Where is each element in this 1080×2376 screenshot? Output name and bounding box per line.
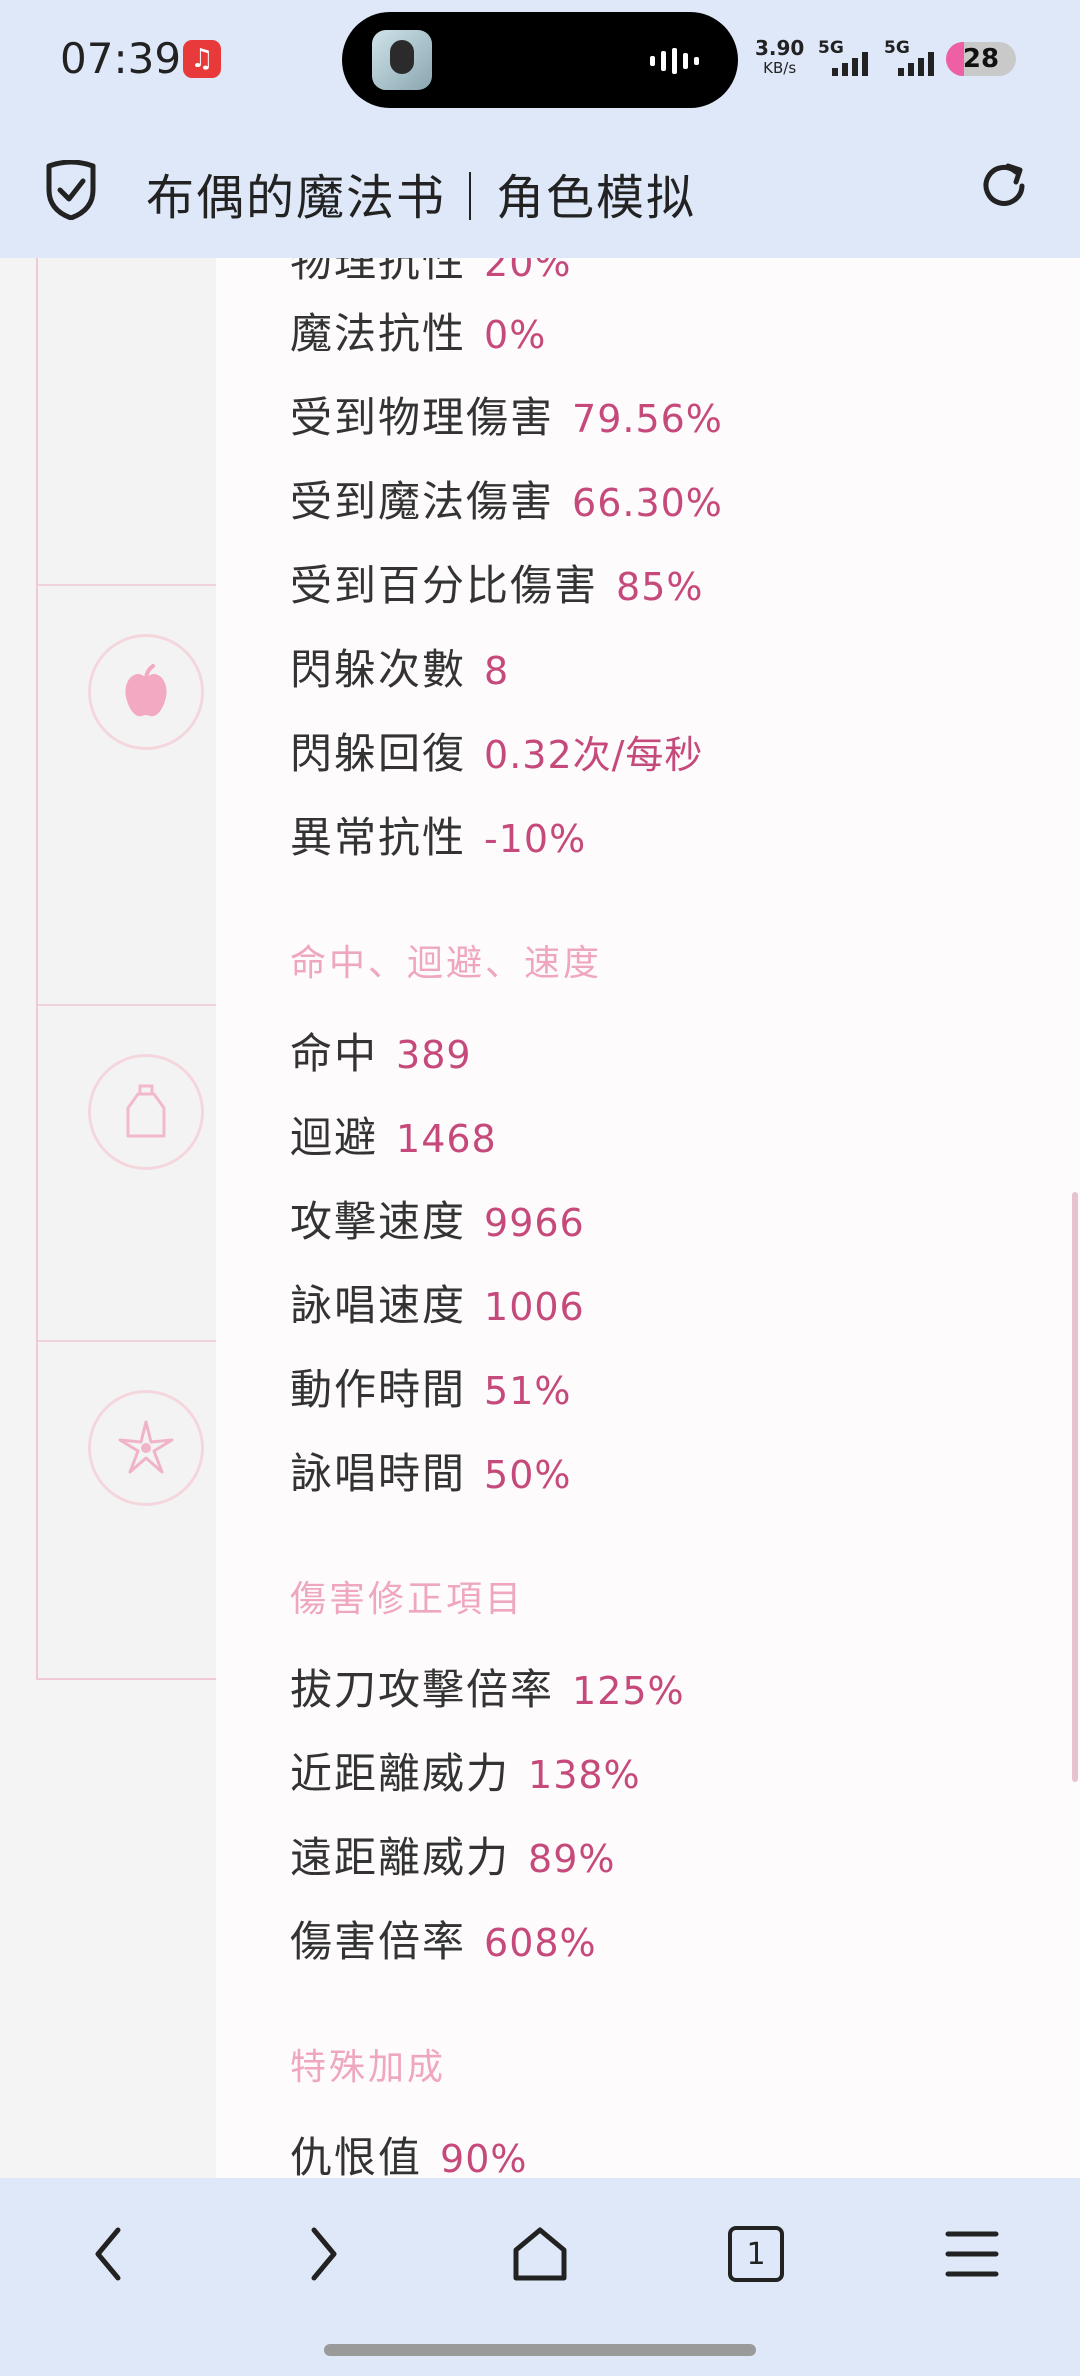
page-content[interactable]: 物理抗性 20% 魔法抗性 0% 受到物理傷害 79.56% 受到魔法傷害 66.30%… — [0, 258, 1080, 2178]
browser-nav-bar: 1 — [0, 2178, 1080, 2376]
status-time: 07:39 — [60, 34, 182, 83]
network-speed: 3.90 KB/s — [755, 36, 805, 77]
stat-row: 拔刀攻擊倍率 125% — [290, 1665, 685, 1714]
stat-row: 命中 389 — [290, 1029, 472, 1078]
flower-star-icon — [118, 1420, 174, 1474]
stat-row: 詠唱時間 50% — [290, 1449, 572, 1498]
section-heading-damage: 傷害修正項目 — [290, 1579, 525, 1620]
stat-row: 傷害倍率 608% — [290, 1917, 597, 1966]
stat-row-clipped: 物理抗性 20% — [290, 258, 572, 286]
tabs-button[interactable]: 1 — [716, 2214, 796, 2294]
back-icon — [95, 2227, 121, 2281]
battery-indicator: 28 — [946, 42, 1016, 76]
scrollbar[interactable] — [1072, 1192, 1078, 1782]
audio-wave-icon — [650, 48, 699, 74]
dynamic-island[interactable] — [342, 12, 738, 108]
menu-button[interactable] — [932, 2214, 1012, 2294]
stat-row: 受到魔法傷害 66.30% — [290, 477, 723, 526]
forward-icon — [311, 2227, 337, 2281]
netease-music-icon: ♫ — [183, 40, 221, 78]
section-heading-special: 特殊加成 — [290, 2047, 447, 2088]
app-bar: 布偶的魔法书｜角色模拟 — [0, 128, 1080, 258]
section-heading-speed: 命中、迴避、速度 — [290, 943, 603, 984]
stat-row: 迴避 1468 — [290, 1113, 497, 1162]
back-button[interactable] — [68, 2214, 148, 2294]
sidebar-divider — [38, 1004, 218, 1006]
sidebar-divider — [38, 1340, 218, 1342]
sidebar-panel — [36, 258, 218, 1680]
stat-row: 仇恨值 90% — [290, 2133, 528, 2178]
stat-row: 詠唱速度 1006 — [290, 1281, 585, 1330]
forward-button[interactable] — [284, 2214, 364, 2294]
media-thumbnail — [372, 30, 432, 90]
signal-icon — [898, 52, 934, 76]
stat-row: 異常抗性 -10% — [290, 813, 587, 862]
status-bar: 07:39 ♫ 3.90 KB/s 5G 5G 28 — [0, 0, 1080, 128]
signal-icon — [832, 52, 868, 76]
home-icon — [513, 2227, 567, 2281]
stat-row: 攻擊速度 9966 — [290, 1197, 585, 1246]
menu-icon — [945, 2231, 999, 2277]
stat-row: 閃躲次數 8 — [290, 645, 510, 694]
sidebar-item-apple[interactable] — [88, 634, 204, 750]
shield-check-icon[interactable] — [44, 160, 98, 220]
sidebar-item-potion[interactable] — [88, 1054, 204, 1170]
tabs-icon: 1 — [728, 2226, 784, 2282]
stat-row: 閃躲回復 0.32次/每秒 — [290, 729, 704, 778]
stat-row: 受到百分比傷害 85% — [290, 561, 704, 610]
stat-row: 近距離威力 138% — [290, 1749, 641, 1798]
reload-icon[interactable] — [976, 158, 1032, 214]
home-indicator[interactable] — [324, 2344, 756, 2356]
stat-row: 受到物理傷害 79.56% — [290, 393, 723, 442]
sidebar-divider — [38, 584, 218, 586]
sidebar-item-flower[interactable] — [88, 1390, 204, 1506]
stat-row: 魔法抗性 0% — [290, 309, 547, 358]
page-title: 布偶的魔法书｜角色模拟 — [146, 170, 697, 226]
home-button[interactable] — [500, 2214, 580, 2294]
tab-count: 1 — [746, 2236, 766, 2272]
apple-icon — [125, 664, 167, 717]
potion-bottle-icon — [126, 1084, 166, 1138]
stat-row: 遠距離威力 89% — [290, 1833, 616, 1882]
stat-row: 動作時間 51% — [290, 1365, 572, 1414]
